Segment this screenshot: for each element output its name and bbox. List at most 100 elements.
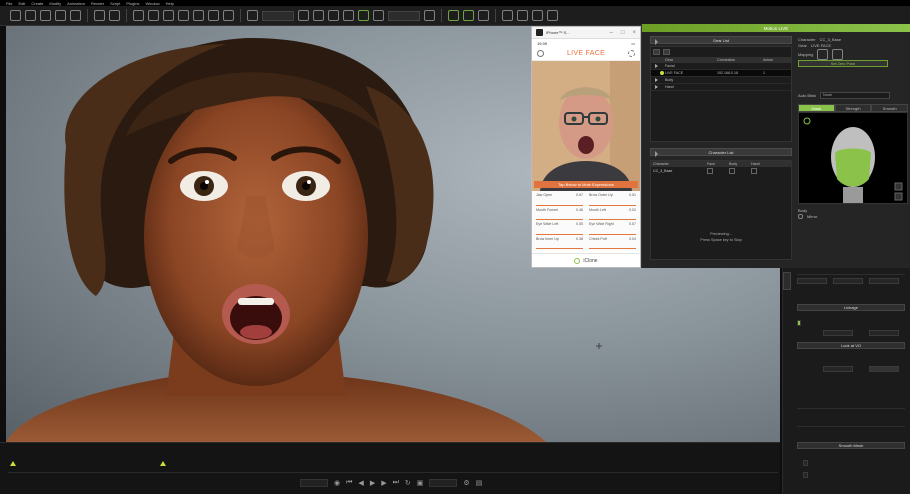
gear-icon[interactable] [628,50,635,57]
panel-field[interactable] [869,366,899,372]
menu-create[interactable]: Create [31,1,43,6]
move-icon[interactable] [148,10,159,21]
camera-icon[interactable] [223,10,234,21]
gear-row-body[interactable]: Body [651,77,791,84]
render-mode-icon[interactable] [247,10,258,21]
panel-icon[interactable] [532,10,543,21]
head-mask-preview[interactable] [798,112,908,204]
menu-plugins[interactable]: Plugins [126,1,139,6]
gear-list-header[interactable]: Gear List [650,36,792,45]
open-project-icon[interactable] [25,10,36,21]
back-icon[interactable] [537,50,544,57]
scale-icon[interactable] [178,10,189,21]
tab-mask[interactable]: Mask [798,104,835,112]
add-gear-button[interactable] [653,49,660,55]
record-button[interactable]: ◉ [334,479,340,487]
expand-arrow-icon[interactable] [655,85,658,89]
expand-arrow-icon[interactable] [655,64,658,68]
character-list-header[interactable]: Character List [650,148,792,157]
record-icon[interactable] [424,10,435,21]
set-zero-pose-button[interactable]: Set Zero Pose [798,60,888,67]
gear-row-facial[interactable]: Facial [651,63,791,70]
menu-modify[interactable]: Modify [49,1,61,6]
rotate-icon[interactable] [163,10,174,21]
save-project-icon[interactable] [40,10,51,21]
tab-smooth[interactable]: Smooth [871,104,909,112]
panel-field[interactable] [869,330,899,336]
panel-field[interactable] [869,278,899,284]
panel-toggle-icon[interactable]: ▤ [476,479,483,487]
gear-row-hand[interactable]: Hand [651,84,791,91]
remove-gear-button[interactable] [663,49,670,55]
panel-field[interactable] [823,366,853,372]
timeline-track[interactable] [8,463,778,473]
modify-side-tab[interactable] [783,272,791,290]
align-icon[interactable] [193,10,204,21]
play-button[interactable]: ▶ [370,479,375,487]
export-icon[interactable] [70,10,81,21]
linkage-section-header[interactable]: Linkage [797,304,905,311]
menu-edit[interactable]: Edit [18,1,25,6]
snap-icon[interactable] [208,10,219,21]
link-icon[interactable] [448,10,459,21]
close-icon[interactable]: × [632,30,636,36]
grid-toggle-icon[interactable] [358,10,369,21]
view-icon[interactable] [343,10,354,21]
panel-checkbox[interactable] [803,460,808,466]
slider-track[interactable] [797,426,905,427]
hand-slot[interactable] [751,168,757,174]
select-icon[interactable] [133,10,144,21]
expand-arrow-icon[interactable] [655,78,658,82]
mapping-icon[interactable] [817,48,829,60]
minimize-icon[interactable]: – [610,30,613,36]
brush-icon[interactable] [547,10,558,21]
new-project-icon[interactable] [10,10,21,21]
home-icon[interactable] [313,10,324,21]
gear-row-live-face[interactable]: LIVE FACE 192.168.0.18 1 [651,70,791,77]
panel-checkbox[interactable] [803,472,808,478]
panel-field[interactable] [797,278,827,284]
mute-expressions-banner[interactable]: Tap Below to Mute Expressions [534,181,638,188]
panel-field[interactable] [833,278,863,284]
pin-icon[interactable] [502,10,513,21]
prev-frame-button[interactable]: ◀ [358,479,363,487]
redo-icon[interactable] [109,10,120,21]
start-marker[interactable] [10,461,16,466]
flag-icon[interactable] [517,10,528,21]
frame-field[interactable] [429,479,458,487]
body-slot[interactable] [729,168,735,174]
menu-script[interactable]: Script [110,1,120,6]
import-icon[interactable] [55,10,66,21]
maximize-icon[interactable]: □ [621,30,625,36]
character-row[interactable]: CC_3_Base [651,167,791,175]
menu-file[interactable]: File [6,1,12,6]
menu-animation[interactable]: Animation [67,1,85,6]
next-frame-button[interactable]: ▶ [381,479,386,487]
smooth-mesh-section-header[interactable]: Smooth Mesh [797,442,905,449]
mark-button[interactable]: ▣ [417,479,424,487]
mapping-settings-icon[interactable] [832,48,844,60]
grid-icon[interactable] [328,10,339,21]
settings-icon[interactable]: ⚙ [463,479,469,487]
character-icon[interactable] [478,10,489,21]
menu-render[interactable]: Render [91,1,104,6]
menu-window[interactable]: Window [145,1,159,6]
realtime-field[interactable] [300,479,328,487]
auto-blink-select[interactable]: None [820,91,891,99]
slider-track[interactable] [797,408,905,409]
undo-icon[interactable] [94,10,105,21]
look-at-section-header[interactable]: Look at VO [797,342,905,349]
go-end-button[interactable]: ⏭ [393,479,399,487]
panel-field[interactable] [823,330,853,336]
menu-help[interactable]: Help [166,1,174,6]
loop-button[interactable]: ↻ [405,479,411,487]
quality-select[interactable] [262,10,294,21]
light-icon[interactable] [298,10,309,21]
go-start-button[interactable]: ⏮ [346,479,352,487]
playhead-marker[interactable] [160,461,166,466]
tab-strength[interactable]: Strength [834,104,872,112]
wireframe-icon[interactable] [373,10,384,21]
face-slot[interactable] [707,168,713,174]
mirror-checkbox[interactable] [798,213,803,219]
unlink-icon[interactable] [463,10,474,21]
